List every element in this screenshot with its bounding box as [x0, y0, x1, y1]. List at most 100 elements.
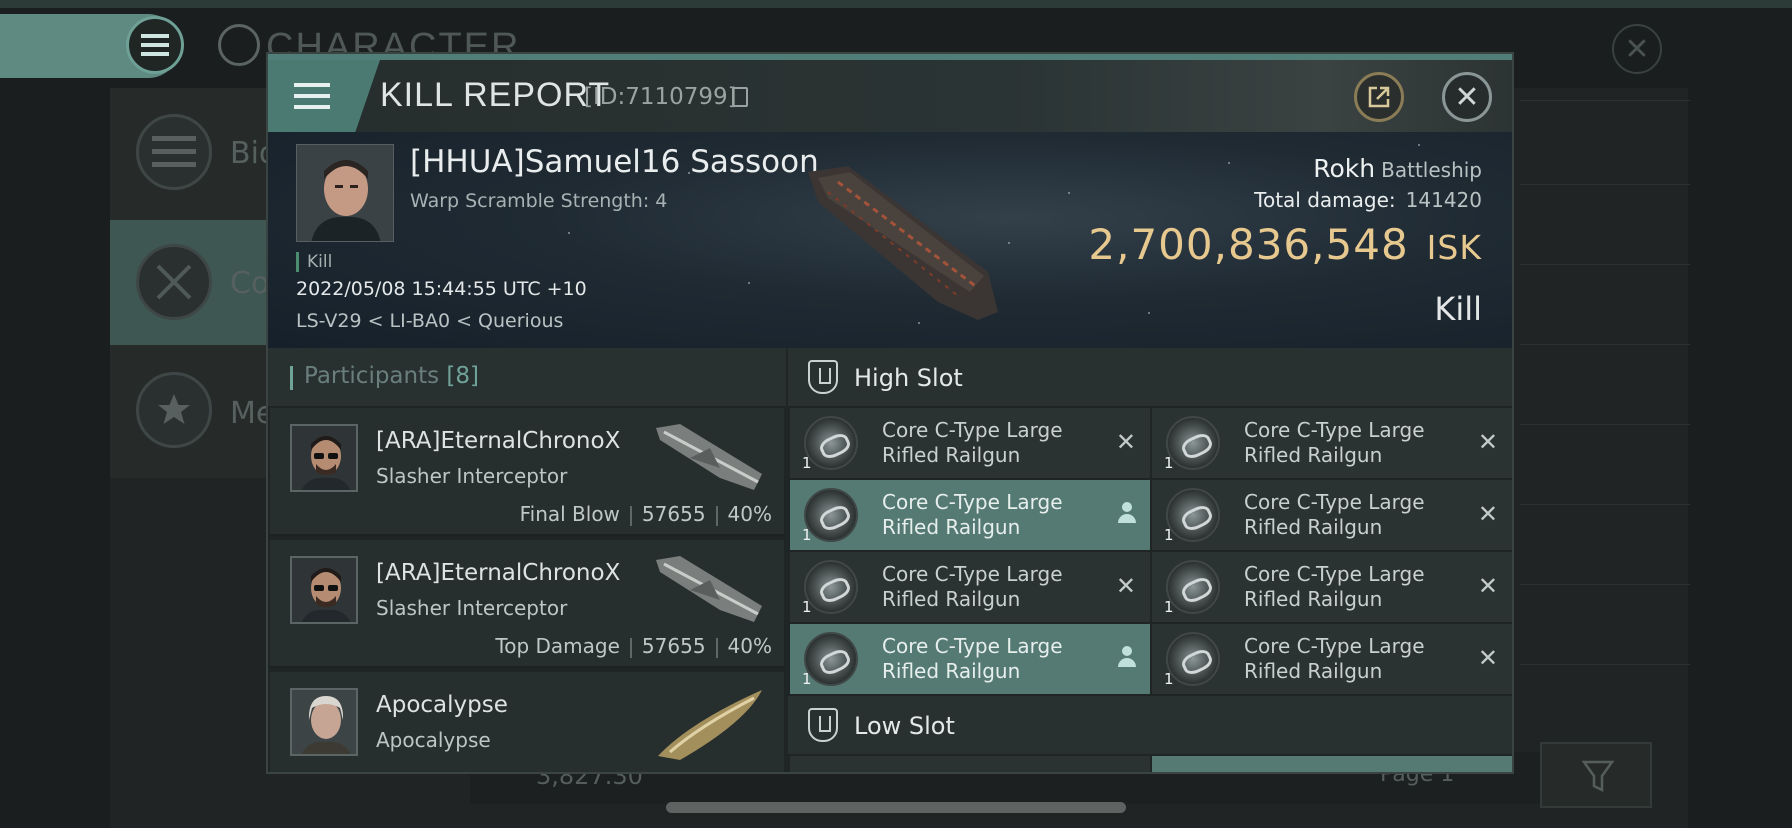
- destroyed-icon: ✕: [1477, 428, 1498, 456]
- destroyed-icon: ✕: [1115, 428, 1136, 456]
- star-badge-icon: [136, 372, 212, 448]
- destroyed-icon: ✕: [1477, 500, 1498, 528]
- module-qty: 1: [1164, 454, 1174, 472]
- ship-name: Rokh Battleship: [1313, 154, 1482, 183]
- module-item[interactable]: 1 Core C-Type Large Rifled Railgun ✕: [790, 408, 1150, 478]
- isk-amount: 2,700,836,548: [1088, 220, 1409, 269]
- module-qty: 1: [802, 598, 812, 616]
- participant-ship: Apocalypse: [376, 728, 491, 752]
- module-name-line1: Core C-Type Large: [1244, 490, 1425, 514]
- menu-icon: [294, 83, 330, 109]
- participant-stats: Final Blow 57655 40%: [520, 502, 772, 526]
- participant-stats: Top Damage 57655 40%: [495, 634, 772, 658]
- victim-avatar[interactable]: [296, 144, 394, 242]
- participant-row[interactable]: Apocalypse Apocalypse: [270, 672, 784, 772]
- module-name: Core C-Type Large Rifled Railgun: [882, 562, 1063, 612]
- filter-button[interactable]: [1540, 742, 1652, 808]
- participant-ship-image: [656, 556, 762, 622]
- warp-scramble-strength: Warp Scramble Strength: 4: [410, 190, 668, 212]
- module-item[interactable]: 1 Core C-Type Large Rifled Railgun ✕: [790, 552, 1150, 622]
- isk-unit: ISK: [1426, 228, 1482, 267]
- menu-icon: [136, 114, 212, 190]
- kill-report-modal: KILL REPORT [ID:7110799] ✕ [HHUA]Samuel1…: [266, 52, 1514, 774]
- module-item[interactable]: 1 Core C-Type Large Rifled Railgun ✕: [1152, 552, 1512, 622]
- filter-icon: [1581, 760, 1615, 793]
- railgun-icon: [804, 416, 858, 470]
- participant-ship: Slasher Interceptor: [376, 596, 568, 620]
- close-icon: ✕: [1454, 79, 1480, 115]
- railgun-icon: [1166, 488, 1220, 542]
- module-item[interactable]: 1 Core C-Type Large Rifled Railgun ✕: [1152, 624, 1512, 694]
- module-name-line2: Rifled Railgun: [882, 587, 1021, 611]
- horizontal-scrollbar[interactable]: [666, 802, 1126, 813]
- module-item[interactable]: [1152, 756, 1512, 772]
- destroyed-icon: ✕: [1477, 572, 1498, 600]
- participant-row[interactable]: [ARA]EternalChronoX Slasher Interceptor …: [270, 540, 784, 668]
- high-slot-label: High Slot: [854, 364, 963, 392]
- destroyed-icon: ✕: [1477, 644, 1498, 672]
- crossed-swords-icon: [136, 244, 212, 320]
- destroyed-icon: ✕: [1115, 572, 1136, 600]
- dropped-person-icon: [1118, 646, 1136, 668]
- low-slot-label: Low Slot: [854, 712, 955, 740]
- module-item[interactable]: 1 Core C-Type Large Rifled Railgun ✕: [1152, 408, 1512, 478]
- module-item[interactable]: 1 Core C-Type Large Rifled Railgun: [790, 624, 1150, 694]
- module-name-line2: Rifled Railgun: [882, 659, 1021, 683]
- kill-location[interactable]: LS-V29 < LI-BA0 < Querious: [296, 310, 563, 332]
- railgun-icon: [804, 488, 858, 542]
- module-name: Core C-Type Large Rifled Railgun: [1244, 490, 1425, 540]
- total-damage-label: Total damage:: [1254, 188, 1396, 212]
- victim-name[interactable]: [HHUA]Samuel16 Sassoon: [410, 144, 819, 180]
- participant-row[interactable]: [ARA]EternalChronoX Slasher Interceptor …: [270, 408, 784, 536]
- participant-name: Apocalypse: [376, 692, 508, 718]
- participant-pct: 40%: [727, 634, 772, 658]
- module-name-line1: Core C-Type Large: [1244, 418, 1425, 442]
- participants-count: [8]: [446, 363, 480, 389]
- module-item[interactable]: [790, 756, 1150, 772]
- copy-icon[interactable]: [732, 87, 748, 107]
- module-name: Core C-Type Large Rifled Railgun: [1244, 418, 1425, 468]
- module-name-line2: Rifled Railgun: [882, 443, 1021, 467]
- participant-role: Final Blow: [519, 502, 620, 526]
- kill-tag: Kill: [296, 252, 332, 272]
- menu-icon: [141, 34, 169, 56]
- module-qty: 1: [1164, 598, 1174, 616]
- module-qty: 1: [802, 454, 812, 472]
- total-damage: Total damage: 141420: [1254, 188, 1482, 212]
- high-slot-header: High Slot: [788, 348, 1512, 406]
- module-name-line1: Core C-Type Large: [882, 634, 1063, 658]
- module-name: Core C-Type Large Rifled Railgun: [882, 634, 1063, 684]
- ship-image: [808, 166, 998, 320]
- participant-ship-image: [656, 424, 762, 490]
- isk-value: 2,700,836,548 ISK: [1088, 220, 1482, 269]
- participants-header[interactable]: Participants [8]: [268, 348, 786, 406]
- participant-ship: Slasher Interceptor: [376, 464, 568, 488]
- module-name: Core C-Type Large Rifled Railgun: [1244, 562, 1425, 612]
- module-name-line2: Rifled Railgun: [882, 515, 1021, 539]
- module-name-line2: Rifled Railgun: [1244, 659, 1383, 683]
- participant-ship-image: [658, 690, 762, 760]
- module-item[interactable]: 1 Core C-Type Large Rifled Railgun: [790, 480, 1150, 550]
- module-qty: 1: [1164, 670, 1174, 688]
- participants-label: Participants: [304, 363, 440, 389]
- main-menu-button[interactable]: [126, 16, 184, 74]
- module-name: Core C-Type Large Rifled Railgun: [882, 490, 1063, 540]
- close-button[interactable]: ✕: [1442, 72, 1492, 122]
- avatar[interactable]: [290, 424, 358, 492]
- module-qty: 1: [802, 526, 812, 544]
- module-item[interactable]: 1 Core C-Type Large Rifled Railgun ✕: [1152, 480, 1512, 550]
- avatar[interactable]: [290, 688, 358, 756]
- share-button[interactable]: [1354, 72, 1404, 122]
- close-icon[interactable]: ✕: [1612, 24, 1662, 74]
- module-name-line1: Core C-Type Large: [882, 562, 1063, 586]
- railgun-icon: [1166, 416, 1220, 470]
- module-name-line2: Rifled Railgun: [1244, 515, 1383, 539]
- avatar[interactable]: [290, 556, 358, 624]
- module-name: Core C-Type Large Rifled Railgun: [1244, 634, 1425, 684]
- ship-name-text[interactable]: Rokh: [1313, 154, 1375, 183]
- top-bar: [0, 0, 1792, 8]
- sidebar-label-combat: Co: [230, 266, 270, 301]
- module-name-line2: Rifled Railgun: [1244, 587, 1383, 611]
- victim-banner: [HHUA]Samuel16 Sassoon Warp Scramble Str…: [268, 132, 1512, 348]
- fitting-panel: High Slot 1 Core C-Type Large Rifled Rail…: [788, 348, 1512, 772]
